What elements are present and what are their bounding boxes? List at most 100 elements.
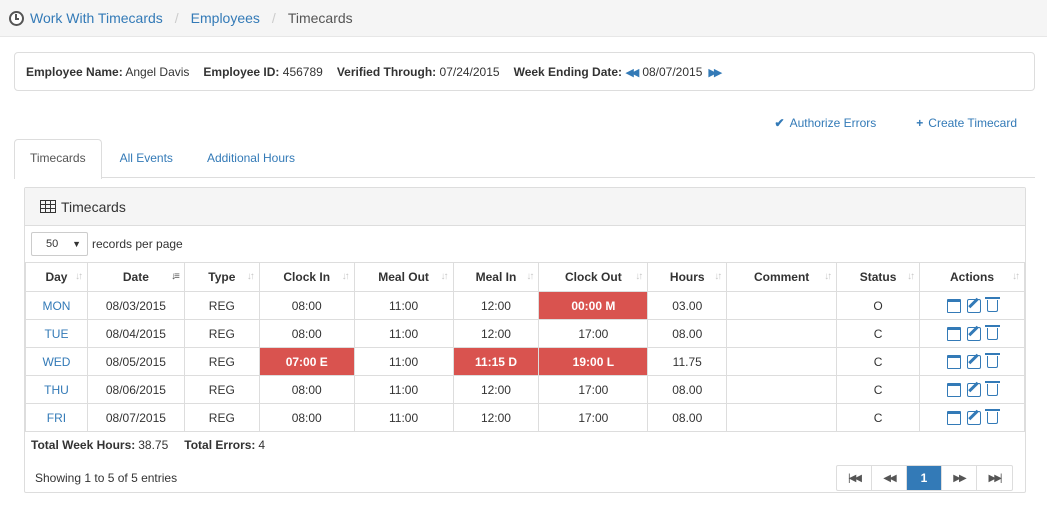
meal-in-cell: 12:00 bbox=[452, 403, 540, 432]
column-header[interactable]: Meal Out ↓↑ bbox=[353, 262, 454, 292]
status-cell: O bbox=[836, 291, 920, 320]
table-row: WED 08/05/2015 REG 07:00 E 11:00 11:15 D… bbox=[25, 347, 1025, 376]
actions-cell bbox=[919, 319, 1025, 348]
column-header[interactable]: Actions ↓↑ bbox=[919, 262, 1025, 292]
timecards-panel: Timecards 50 ▼ records per page Day ↓↑ Da… bbox=[24, 187, 1026, 493]
column-header[interactable]: Type ↓↑ bbox=[183, 262, 260, 292]
tab-timecards[interactable]: Timecards bbox=[14, 139, 102, 179]
breadcrumb: Work With Timecards / Employees / Timeca… bbox=[0, 0, 1047, 37]
clock-out-cell: 17:00 bbox=[538, 375, 649, 404]
clock-in-cell: 08:00 bbox=[258, 319, 355, 348]
edit-icon[interactable] bbox=[966, 382, 981, 397]
breadcrumb-separator: / bbox=[271, 10, 276, 26]
date-cell: 08/06/2015 bbox=[86, 375, 185, 404]
calendar-icon[interactable] bbox=[946, 382, 961, 397]
day-link[interactable]: TUE bbox=[25, 319, 88, 348]
actions-cell bbox=[919, 403, 1025, 432]
status-cell: C bbox=[836, 347, 920, 376]
breadcrumb-employees[interactable]: Employees bbox=[191, 10, 260, 26]
tab-all-events[interactable]: All Events bbox=[104, 139, 189, 177]
sort-desc-icon: ↓≡ bbox=[171, 271, 180, 282]
comment-cell bbox=[726, 403, 838, 432]
column-header[interactable]: Status ↓↑ bbox=[836, 262, 920, 292]
next-week-icon[interactable]: ▶▶ bbox=[708, 67, 722, 79]
check-icon: ✔ bbox=[774, 116, 785, 130]
column-header[interactable]: Date ↓≡ bbox=[86, 262, 185, 292]
sort-icon: ↓↑ bbox=[246, 271, 255, 282]
breadcrumb-work-with-timecards[interactable]: Work With Timecards bbox=[30, 10, 163, 26]
edit-icon[interactable] bbox=[966, 354, 981, 369]
status-cell: C bbox=[836, 375, 920, 404]
comment-cell bbox=[726, 291, 838, 320]
first-page-icon[interactable]: |◀◀ bbox=[837, 466, 872, 490]
trash-icon[interactable] bbox=[984, 408, 1000, 424]
tab-additional-hours[interactable]: Additional Hours bbox=[191, 139, 311, 177]
column-header[interactable]: Hours ↓↑ bbox=[647, 262, 728, 292]
column-header[interactable]: Comment ↓↑ bbox=[726, 262, 838, 292]
verified-through: Verified Through: 07/24/2015 bbox=[336, 64, 500, 79]
clock-out-cell: 17:00 bbox=[538, 319, 649, 348]
total-errors-value: 4 bbox=[258, 438, 266, 452]
authorize-errors-link[interactable]: ✔ Authorize Errors bbox=[775, 116, 877, 130]
date-cell: 08/05/2015 bbox=[86, 347, 185, 376]
sort-icon: ↓↑ bbox=[526, 271, 534, 282]
timecard-actions: ✔ Authorize Errors + Create Timecard bbox=[775, 116, 1017, 130]
panel-heading: Timecards bbox=[25, 188, 1025, 226]
column-header[interactable]: Clock In ↓↑ bbox=[258, 262, 355, 292]
trash-icon[interactable] bbox=[984, 352, 1000, 368]
plus-icon: + bbox=[916, 116, 924, 130]
meal-out-cell: 11:00 bbox=[353, 375, 454, 404]
page-button-current[interactable]: 1 bbox=[907, 466, 942, 490]
trash-icon[interactable] bbox=[984, 380, 1000, 396]
edit-icon[interactable] bbox=[966, 326, 981, 341]
calendar-icon[interactable] bbox=[946, 410, 961, 425]
day-link[interactable]: WED bbox=[25, 347, 88, 376]
day-link[interactable]: FRI bbox=[25, 403, 88, 432]
records-per-page-label: records per page bbox=[92, 237, 183, 251]
table-row: THU 08/06/2015 REG 08:00 11:00 12:00 17:… bbox=[25, 375, 1025, 404]
pagination: |◀◀ ◀◀ 1 ▶▶ ▶▶| bbox=[836, 465, 1013, 491]
column-header[interactable]: Meal In ↓↑ bbox=[452, 262, 540, 292]
hours-cell: 08.00 bbox=[647, 403, 728, 432]
hours-cell: 08.00 bbox=[647, 319, 728, 348]
clock-in-cell: 08:00 bbox=[258, 375, 355, 404]
clock-icon bbox=[9, 10, 24, 26]
table-row: TUE 08/04/2015 REG 08:00 11:00 12:00 17:… bbox=[25, 319, 1025, 348]
comment-cell bbox=[726, 375, 838, 404]
page-length-control: 50 ▼ records per page bbox=[25, 226, 1025, 262]
create-timecard-link[interactable]: + Create Timecard bbox=[916, 116, 1017, 130]
status-cell: C bbox=[836, 319, 920, 348]
calendar-icon[interactable] bbox=[946, 354, 961, 369]
week-ending-date: 08/07/2015 bbox=[642, 64, 703, 79]
actions-cell bbox=[919, 347, 1025, 376]
calendar-icon[interactable] bbox=[946, 298, 961, 313]
tab-bar: Timecards All Events Additional Hours bbox=[14, 139, 1035, 179]
edit-icon[interactable] bbox=[966, 410, 981, 425]
column-header[interactable]: Day ↓↑ bbox=[25, 262, 88, 292]
total-hours-label: Total Week Hours: bbox=[31, 438, 136, 452]
previous-page-icon[interactable]: ◀◀ bbox=[872, 466, 907, 490]
column-header[interactable]: Clock Out ↓↑ bbox=[538, 262, 649, 292]
table-header-row: Day ↓↑ Date ↓≡ Type ↓↑ Clock In ↓↑ Meal Out ↓… bbox=[25, 262, 1025, 292]
sort-icon: ↓↑ bbox=[824, 271, 832, 282]
status-cell: C bbox=[836, 403, 920, 432]
trash-icon[interactable] bbox=[984, 324, 1000, 340]
total-hours-value: 38.75 bbox=[138, 438, 169, 452]
last-page-icon[interactable]: ▶▶| bbox=[977, 466, 1012, 490]
sort-icon: ↓↑ bbox=[341, 271, 350, 282]
sort-icon: ↓↑ bbox=[714, 271, 722, 282]
next-page-icon[interactable]: ▶▶ bbox=[942, 466, 977, 490]
previous-week-icon[interactable]: ◀◀ bbox=[625, 67, 639, 79]
calendar-icon[interactable] bbox=[946, 326, 961, 341]
sort-icon: ↓↑ bbox=[74, 271, 83, 282]
chevron-down-icon: ▼ bbox=[72, 239, 81, 249]
page-length-select[interactable]: 50 ▼ bbox=[31, 232, 88, 256]
hours-cell: 08.00 bbox=[647, 375, 728, 404]
day-link[interactable]: THU bbox=[25, 375, 88, 404]
hours-cell: 03.00 bbox=[647, 291, 728, 320]
edit-icon[interactable] bbox=[966, 298, 981, 313]
trash-icon[interactable] bbox=[984, 296, 1000, 312]
day-link[interactable]: MON bbox=[25, 291, 88, 320]
actions-cell bbox=[919, 375, 1025, 404]
table-icon bbox=[40, 200, 56, 213]
